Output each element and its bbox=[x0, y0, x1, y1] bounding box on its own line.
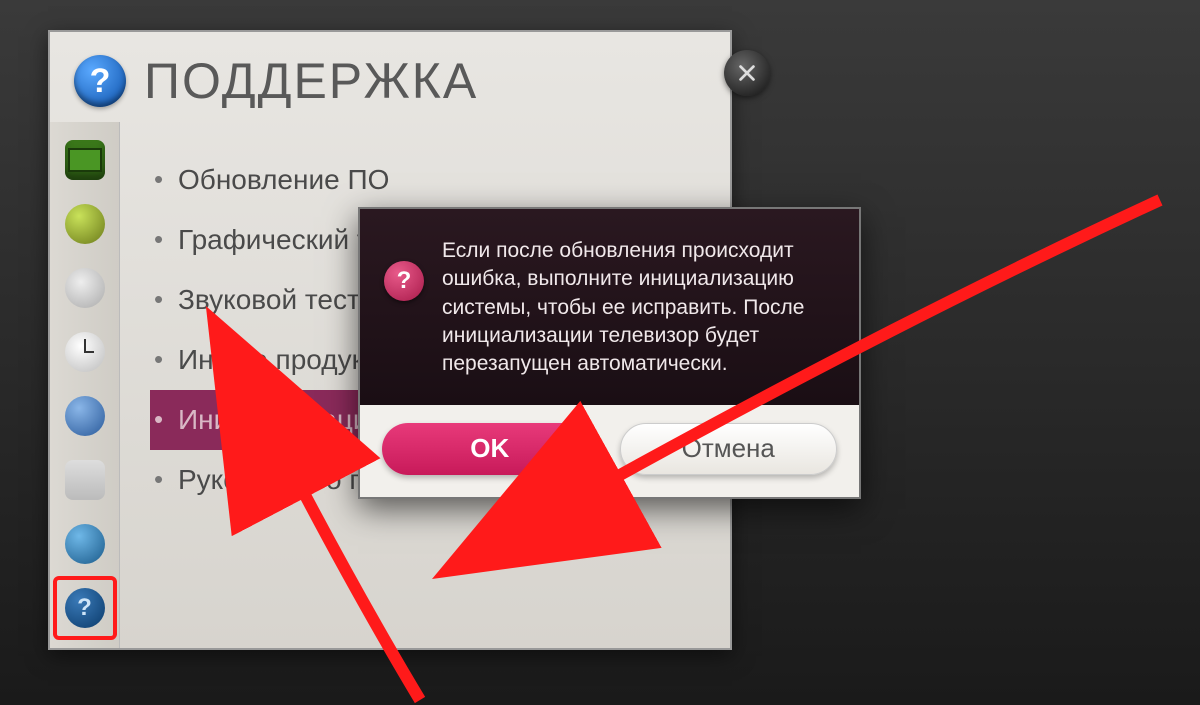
sidebar-item-support[interactable]: ? bbox=[55, 578, 115, 638]
close-icon bbox=[736, 62, 758, 84]
page-title: ПОДДЕРЖКА bbox=[144, 52, 478, 110]
network-icon bbox=[65, 524, 105, 564]
close-button[interactable] bbox=[724, 50, 770, 96]
lock-icon bbox=[65, 396, 105, 436]
panel-header: ? ПОДДЕРЖКА bbox=[50, 32, 730, 122]
menu-item-update[interactable]: Обновление ПО bbox=[150, 150, 720, 210]
sidebar-item-network[interactable] bbox=[55, 514, 115, 574]
sidebar-item-lock[interactable] bbox=[55, 386, 115, 446]
dialog-body: ? Если после обновления происходит ошибк… bbox=[360, 209, 859, 405]
satellite-icon bbox=[65, 268, 105, 308]
clock-icon bbox=[65, 332, 105, 372]
help-icon: ? bbox=[74, 55, 126, 107]
dialog-footer: OK Отмена bbox=[360, 405, 859, 497]
ok-button[interactable]: OK bbox=[382, 423, 598, 475]
picture-icon bbox=[65, 140, 105, 180]
sidebar-item-picture[interactable] bbox=[55, 130, 115, 190]
sidebar-item-option[interactable] bbox=[55, 450, 115, 510]
sound-icon bbox=[65, 204, 105, 244]
sidebar-item-time[interactable] bbox=[55, 322, 115, 382]
question-icon: ? bbox=[384, 261, 424, 301]
dialog-message: Если после обновления происходит ошибка,… bbox=[442, 237, 835, 379]
sidebar: ? bbox=[50, 122, 120, 648]
sidebar-item-sound[interactable] bbox=[55, 194, 115, 254]
support-icon: ? bbox=[65, 588, 105, 628]
cancel-button[interactable]: Отмена bbox=[620, 423, 838, 475]
option-icon bbox=[65, 460, 105, 500]
confirm-dialog: ? Если после обновления происходит ошибк… bbox=[358, 207, 861, 499]
sidebar-item-channel[interactable] bbox=[55, 258, 115, 318]
